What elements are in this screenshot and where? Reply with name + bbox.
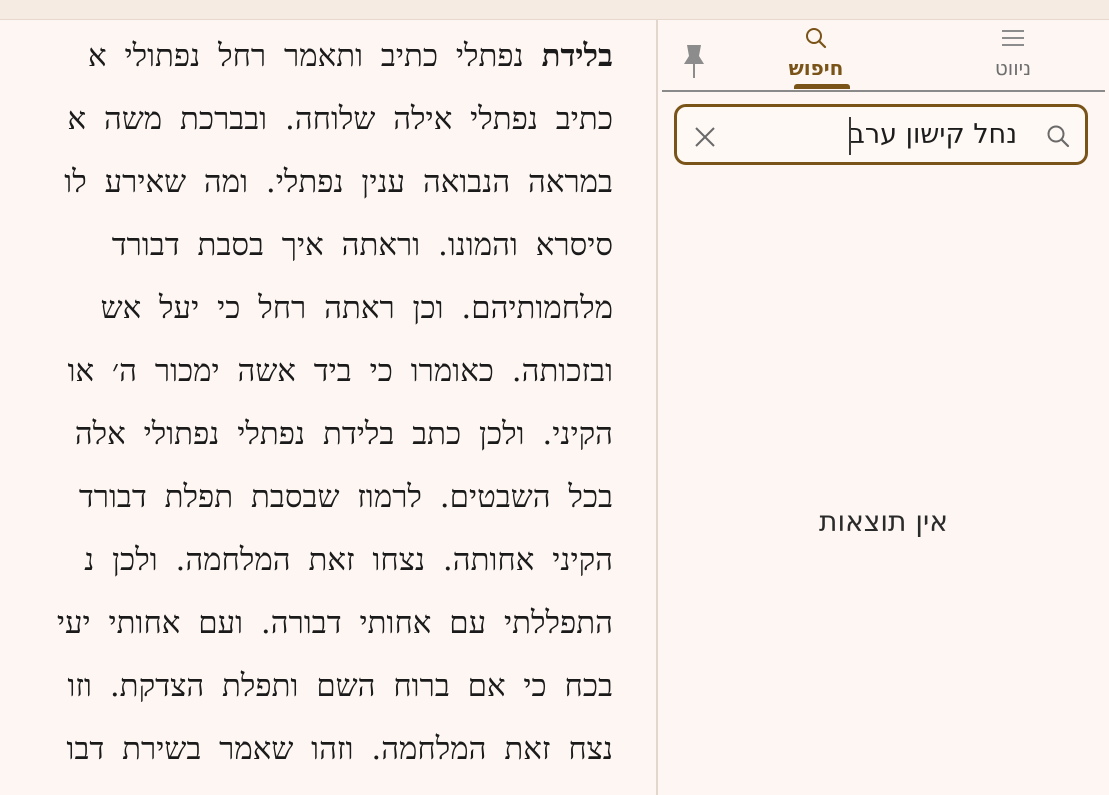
text-line-content: ובזכותה. כאומרו כי ביד אשה ימכור ה׳ או [67,353,613,389]
text-line: בכח כי אם ברוח השם ותפלת הצדקת. וזו [67,666,613,706]
menu-icon [1000,26,1026,54]
tab-search[interactable]: חיפוש [766,20,866,90]
search-input[interactable]: נחל קישון ערב [674,104,1088,165]
text-line: במראה הנבואה ענין נפתלי. ומה שאירע לו [64,162,613,202]
search-query-text[interactable]: נחל קישון ערב [849,119,1017,150]
reader-pane[interactable]: בלידת נפתלי כתיב ותאמר רחל נפתולי א כתיב… [0,20,656,795]
tab-navigation-label: ניווט [994,56,1032,80]
tab-navigation[interactable]: ניווט [963,20,1063,90]
text-line: התפללתי עם אחותי דבורה. ועם אחותי יעי [57,603,613,643]
text-line-content: בכח כי אם ברוח השם ותפלת הצדקת. וזו [67,668,613,704]
panel-tabs: חיפוש ניווט [662,20,1105,92]
text-line: סיסרא והמונו. וראתה איך בסבת דבורד [112,225,613,265]
text-line-content: מלחמותיהם. וכן ראתה רחל כי יעל אש [100,290,613,326]
text-line-content: כתיב נפתלי אילה שלוחה. ובברכת משה א [67,101,613,137]
top-bar [0,0,1109,20]
side-panel: חיפוש ניווט נחל קישון ערב אין תוצאות [658,20,1109,795]
text-line-content: הקיני. ולכן כתב בלידת נפתלי נפתולי אלה [74,416,613,452]
text-line: הקיני. ולכן כתב בלידת נפתלי נפתולי אלה [75,414,613,454]
text-line-content: נפתלי כתיב ותאמר רחל נפתולי א [87,38,542,74]
text-line-bold: בלידת [541,38,613,74]
tab-search-label: חיפוש [788,56,844,80]
text-line: בכל השבטים. לרמוז שבסבת תפלת דבורד [79,477,613,517]
close-icon[interactable] [693,125,717,149]
text-line-content: נצח זאת המלחמה. וזהו שאמר בשירת דבו [66,731,613,767]
text-line: נצח זאת המלחמה. וזהו שאמר בשירת דבו [67,729,613,769]
text-line: כתיב נפתלי אילה שלוחה. ובברכת משה א [68,99,613,139]
pin-button[interactable] [680,42,708,80]
text-caret [849,117,851,155]
active-tab-indicator [794,84,850,89]
pin-icon [684,45,704,78]
text-line-content: הקיני אחותה. נצחו זאת המלחמה. ולכן נ [84,542,613,578]
text-line-content: התפללתי עם אחותי דבורה. ועם אחותי יעי [56,605,613,641]
text-line: מלחמותיהם. וכן ראתה רחל כי יעל אש [101,288,613,328]
text-line: בלידת נפתלי כתיב ותאמר רחל נפתולי א [88,36,613,76]
text-line-content: במראה הנבואה ענין נפתלי. ומה שאירע לו [64,164,613,200]
text-line: הקיני אחותה. נצחו זאת המלחמה. ולכן נ [84,540,613,580]
search-icon [804,26,828,54]
text-line-content: סיסרא והמונו. וראתה איך בסבת דבורד [111,227,613,263]
text-line-content: בכל השבטים. לרמוז שבסבת תפלת דבורד [78,479,613,515]
text-line: ובזכותה. כאומרו כי ביד אשה ימכור ה׳ או [68,351,613,391]
search-icon[interactable] [1045,123,1071,149]
no-results-message: אין תוצאות [819,505,948,538]
